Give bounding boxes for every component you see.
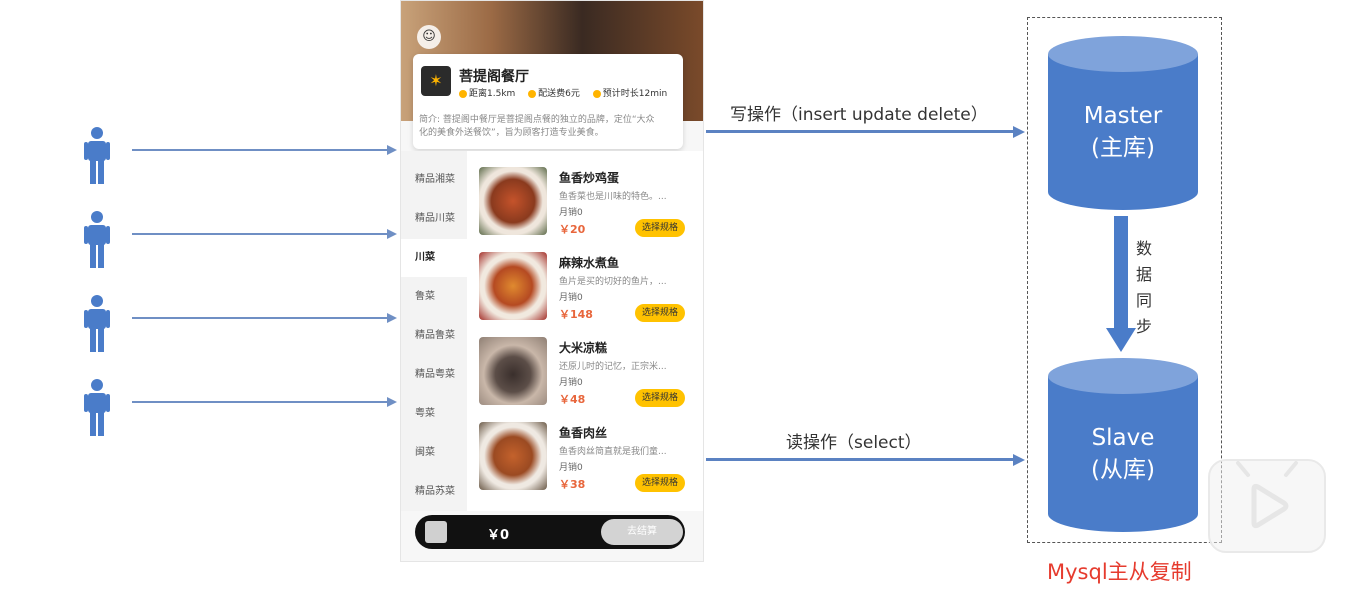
fee-icon [528,89,537,98]
dish-photo [479,167,547,235]
select-spec-button[interactable]: 选择规格 [635,474,685,492]
time-icon [592,89,601,98]
user-avatar-icon[interactable]: ☺ [417,25,441,49]
eta-text: 预计时长12min [602,89,668,99]
distance-text: 距离1.5km [469,89,516,99]
category-item[interactable]: 精品苏菜 [401,473,467,511]
dish-name: 鱼香炒鸡蛋 [559,171,620,185]
shop-logo-icon: ✶ [421,66,451,96]
dish-price: ￥148 [559,308,593,321]
select-spec-button[interactable]: 选择规格 [635,389,685,407]
category-item[interactable]: 精品粤菜 [401,356,467,394]
shop-card: ✶ 菩提阁餐厅 距离1.5km 配送费6元 预计时长12min 简介: 菩提阁中… [413,54,683,149]
dish-list: 鱼香炒鸡蛋 鱼香菜也是川味的特色。... 月销0 ￥20 选择规格 麻辣水煮鱼 鱼片是买的切… [467,151,703,511]
user-arrow [132,233,388,235]
category-sidebar: 精品湘菜 精品川菜 川菜 鲁菜 精品鲁菜 精品粤菜 粤菜 闽菜 精品苏菜 [401,151,467,511]
dish-item[interactable]: 麻辣水煮鱼鱼片是买的切好的鱼片，... 月销0 ￥148 选择规格 [467,236,703,322]
arrow-head-icon [387,229,397,239]
category-item[interactable]: 精品湘菜 [401,161,467,199]
dish-photo [479,422,547,490]
shop-name: 菩提阁餐厅 [459,69,529,85]
read-arrow [706,458,1014,461]
dish-sales: 月销0 [559,378,583,388]
master-label: Master (主库) [1048,100,1198,164]
video-player-logo [1208,459,1326,553]
user-arrow [132,149,388,151]
dish-photo [479,337,547,405]
distance-icon [459,89,467,98]
category-item[interactable]: 精品川菜 [401,200,467,238]
sync-label: 数据同步 [1136,239,1153,336]
select-spec-button[interactable]: 选择规格 [635,219,685,237]
category-item[interactable]: 闽菜 [401,434,467,472]
category-item[interactable]: 粤菜 [401,395,467,433]
arrow-head-icon [1013,126,1025,138]
cart-icon[interactable] [425,521,447,543]
dish-description: 鱼香肉丝简直就是我们童... [559,447,667,457]
slave-name: Slave [1091,425,1155,451]
write-arrow [706,130,1014,133]
play-icon [1236,461,1298,529]
user-icon [82,378,112,438]
shop-desc-line: 化的美食外送餐饮”，旨为顾客打造专业美食。 [419,128,604,138]
user-icon [82,126,112,186]
category-item[interactable]: 鲁菜 [401,278,467,316]
user-arrow [132,401,388,403]
fee-text: 配送费6元 [538,89,580,99]
dish-sales: 月销0 [559,208,583,218]
user-arrow [132,317,388,319]
dish-price: ￥20 [559,223,586,236]
master-role: (主库) [1091,135,1155,161]
dish-price: ￥38 [559,478,586,491]
write-operation-label: 写操作（insert update delete） [730,105,988,125]
dish-item[interactable]: 鱼香肉丝鱼香肉丝简直就是我们童... 月销0 ￥38 选择规格 [467,406,703,492]
user-icon [82,294,112,354]
shop-desc-line: 简介: 菩提阁中餐厅是菩提阁点餐的独立的品牌，定位“大众 [419,115,655,125]
slave-label: Slave (从库) [1048,422,1198,486]
arrow-head-icon [1013,454,1025,466]
shop-meta: 距离1.5km 配送费6元 预计时长12min [459,86,677,99]
dish-item[interactable]: 大米凉糕还原儿时的记忆，正宗米... 月销0 ￥48 选择规格 [467,321,703,407]
sync-arrow [1106,216,1136,352]
master-name: Master [1083,103,1163,129]
dish-sales: 月销0 [559,463,583,473]
dish-sales: 月销0 [559,293,583,303]
read-operation-label: 读操作（select） [786,433,922,453]
dish-name: 大米凉糕 [559,341,608,355]
slave-role: (从库) [1091,457,1155,483]
cart-total: ￥0 [487,528,510,543]
arrow-head-icon [387,397,397,407]
dish-name: 麻辣水煮鱼 [559,256,620,270]
dish-item[interactable]: 鱼香炒鸡蛋鱼香菜也是川味的特色。... 月销0 ￥20 选择规格 [467,151,703,237]
dish-name: 鱼香肉丝 [559,426,608,440]
arrow-head-icon [387,313,397,323]
phone-app-screenshot: ☺ ✶ 菩提阁餐厅 距离1.5km 配送费6元 预计时长12min 简介: 菩提… [400,0,704,562]
arrow-head-icon [387,145,397,155]
dish-price: ￥48 [559,393,586,406]
dish-description: 还原儿时的记忆，正宗米... [559,362,667,372]
dish-description: 鱼香菜也是川味的特色。... [559,192,667,202]
dish-description: 鱼片是买的切好的鱼片，... [559,277,667,287]
shop-description: 简介: 菩提阁中餐厅是菩提阁点餐的独立的品牌，定位“大众 化的美食外送餐饮”，旨… [419,114,675,140]
category-item[interactable]: 川菜 [401,239,467,277]
dish-photo [479,252,547,320]
user-icon [82,210,112,270]
cart-bar: ￥0 去结算 [415,515,685,549]
select-spec-button[interactable]: 选择规格 [635,304,685,322]
category-item[interactable]: 精品鲁菜 [401,317,467,355]
checkout-button[interactable]: 去结算 [601,519,683,545]
diagram-caption: Mysql主从复制 [1047,560,1192,584]
